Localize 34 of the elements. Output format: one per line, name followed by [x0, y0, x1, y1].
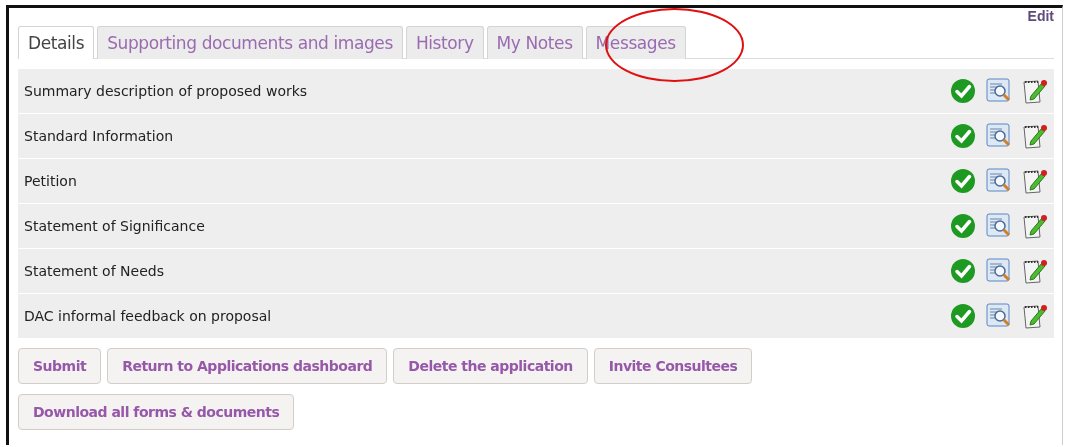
notepad-pencil-icon[interactable] [1022, 258, 1048, 284]
action-button[interactable]: Delete the application [393, 348, 588, 384]
magnifier-document-icon[interactable] [986, 123, 1012, 149]
section-title: Statement of Needs [24, 263, 164, 279]
checkmark-icon [950, 303, 976, 329]
section-title: Standard Information [24, 128, 174, 144]
section-title: Summary description of proposed works [24, 83, 308, 99]
magnifier-document-icon[interactable] [986, 213, 1012, 239]
checkmark-icon [950, 168, 976, 194]
notepad-pencil-icon[interactable] [1022, 303, 1048, 329]
checkmark-icon [950, 258, 976, 284]
section-title: Petition [24, 173, 77, 189]
section-title: Statement of Significance [24, 218, 205, 234]
tab[interactable]: Supporting documents and images [97, 26, 403, 59]
notepad-pencil-icon[interactable] [1022, 168, 1048, 194]
notepad-pencil-icon[interactable] [1022, 213, 1048, 239]
action-button[interactable]: Return to Applications dashboard [107, 348, 388, 384]
notepad-pencil-icon[interactable] [1022, 123, 1048, 149]
checkmark-icon [950, 78, 976, 104]
tab[interactable]: History [405, 26, 484, 59]
checkmark-icon [950, 213, 976, 239]
section-title: DAC informal feedback on proposal [24, 308, 272, 324]
checkmark-icon [950, 123, 976, 149]
action-button[interactable]: Invite Consultees [593, 348, 753, 384]
magnifier-document-icon[interactable] [986, 303, 1012, 329]
edit-link[interactable]: Edit [1027, 8, 1054, 24]
magnifier-document-icon[interactable] [986, 168, 1012, 194]
action-button[interactable]: Download all forms & documents [18, 394, 295, 430]
action-button[interactable]: Submit [18, 348, 102, 384]
magnifier-document-icon[interactable] [986, 258, 1012, 284]
tab[interactable]: Details [18, 26, 95, 59]
tab[interactable]: My Notes [486, 26, 583, 59]
notepad-pencil-icon[interactable] [1022, 78, 1048, 104]
magnifier-document-icon[interactable] [986, 78, 1012, 104]
